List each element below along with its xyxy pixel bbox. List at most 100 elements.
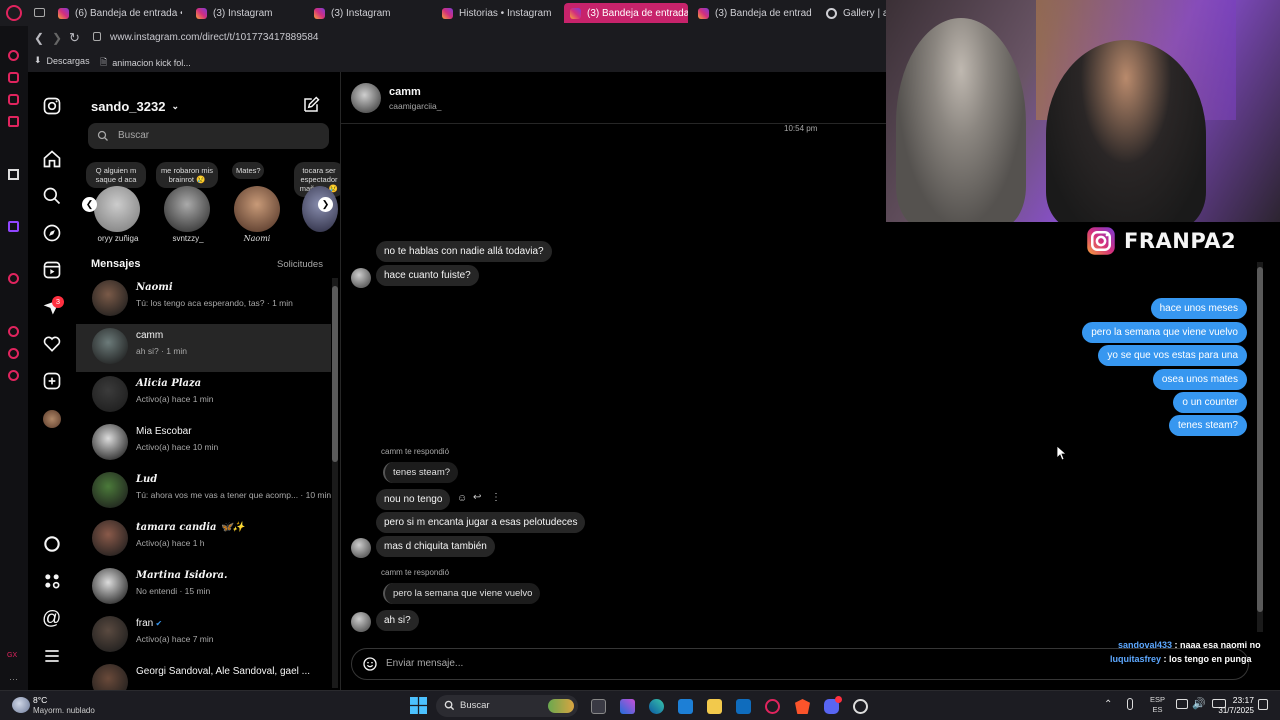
language-indicator[interactable]: ESP ES <box>1150 695 1165 715</box>
clock-icon[interactable] <box>8 326 19 337</box>
file-explorer-icon[interactable] <box>707 699 722 714</box>
browser-tab[interactable]: (3) Bandeja de entrada • <box>692 3 812 23</box>
home-icon[interactable] <box>42 149 62 169</box>
notifications-icon[interactable] <box>1258 699 1268 710</box>
conversation-row[interactable]: Naomi Tú: los tengo aca esperando, tas? ·… <box>76 276 331 324</box>
incoming-message[interactable]: ah si? <box>376 610 419 631</box>
requests-link[interactable]: Solicitudes <box>277 259 323 270</box>
more-icon[interactable]: ⋯ <box>9 674 18 685</box>
network-icon[interactable] <box>1176 699 1188 709</box>
outgoing-message[interactable]: tenes steam? <box>1168 415 1247 436</box>
reels-icon[interactable] <box>42 260 62 280</box>
conversation-avatar[interactable] <box>92 616 128 652</box>
outgoing-message[interactable]: hace unos meses <box>1150 298 1247 319</box>
conversation-row[interactable]: tamara candia 🦋✨ Activo(a) hace 1 h <box>76 516 331 564</box>
conversation-avatar[interactable] <box>92 568 128 604</box>
sender-avatar[interactable] <box>351 268 371 288</box>
instagram-sidebar-icon[interactable] <box>8 94 19 105</box>
twitch-icon[interactable] <box>8 221 19 232</box>
reload-icon[interactable]: ↻ <box>69 30 80 46</box>
conversation-row[interactable]: camm ah si? · 1 min <box>76 324 331 372</box>
extensions-icon[interactable] <box>8 348 19 359</box>
browser-tab[interactable]: (6) Bandeja de entrada • <box>52 3 182 23</box>
weather-temp[interactable]: 8°C <box>33 695 47 705</box>
more-options-icon[interactable]: ⋮ <box>491 492 501 503</box>
bookmark-descargas[interactable]: ⬇ Descargas <box>34 55 90 66</box>
brave-icon[interactable] <box>795 699 810 714</box>
react-icon[interactable]: ☺ <box>457 493 467 504</box>
message-input[interactable]: Enviar mensaje... <box>386 658 463 669</box>
tray-chevron-icon[interactable]: ⌃ <box>1104 699 1112 710</box>
conversation-avatar[interactable] <box>92 520 128 556</box>
outgoing-message[interactable]: yo se que vos estas para una <box>1098 345 1247 366</box>
workspaces-icon[interactable] <box>34 8 45 17</box>
note-avatar[interactable] <box>164 186 210 232</box>
steam-icon[interactable] <box>853 699 868 714</box>
sender-avatar[interactable] <box>351 538 371 558</box>
sender-avatar[interactable] <box>351 612 371 632</box>
volume-icon[interactable]: 🔊 <box>1192 697 1206 710</box>
messenger-icon[interactable] <box>8 72 19 83</box>
new-message-icon[interactable] <box>302 96 320 114</box>
forward-icon[interactable]: ❯ <box>52 31 62 45</box>
menu-icon[interactable] <box>42 646 62 666</box>
date[interactable]: 31/7/2025 <box>1212 706 1254 715</box>
also-from-meta-icon[interactable] <box>42 571 62 591</box>
notes-prev-button[interactable]: ❮ <box>82 197 97 212</box>
conversation-row[interactable]: Mia Escobar Activo(a) hace 10 min <box>76 420 331 468</box>
url-field[interactable]: www.instagram.com/direct/t/1017734178895… <box>110 32 318 43</box>
opera-logo-icon[interactable] <box>6 5 22 21</box>
browser-tab[interactable]: Gallery | alic <box>820 3 886 23</box>
conversation-row[interactable]: Lud Tú: ahora vos me vas a tener que acom… <box>76 468 331 516</box>
search-icon[interactable] <box>42 186 62 206</box>
browser-tab[interactable]: (3) Instagram <box>308 3 428 23</box>
note-avatar[interactable] <box>94 186 140 232</box>
incoming-message[interactable]: pero si m encanta jugar a esas pelotudec… <box>376 512 586 533</box>
outgoing-message[interactable]: o un counter <box>1173 392 1247 413</box>
browser-tab[interactable]: Historias • Instagram <box>436 3 556 23</box>
weather-desc[interactable]: Mayorm. nublado <box>33 706 95 715</box>
conversation-avatar[interactable] <box>92 328 128 364</box>
quoted-message[interactable]: tenes steam? <box>383 462 459 483</box>
search-box[interactable]: Buscar <box>88 123 329 149</box>
opera-gx-icon[interactable] <box>765 699 780 714</box>
chat-name[interactable]: camm <box>389 86 421 98</box>
profile-avatar[interactable] <box>43 410 61 428</box>
windows-start-icon[interactable] <box>410 697 427 714</box>
conversation-row[interactable]: fran ✔ Activo(a) hace 7 min <box>76 612 331 660</box>
search-input[interactable]: Buscar <box>118 130 149 141</box>
gx-icon[interactable]: GX <box>7 652 17 659</box>
conversation-avatar[interactable] <box>92 424 128 460</box>
task-view-icon[interactable] <box>591 699 606 714</box>
create-icon[interactable] <box>42 371 62 391</box>
notes-next-button[interactable]: ❯ <box>318 197 333 212</box>
threads-icon[interactable]: @ <box>42 608 61 630</box>
incoming-message[interactable]: nou no tengo <box>376 489 451 510</box>
incoming-message[interactable]: no te hablas con nadie allá todavia? <box>376 241 552 262</box>
heart-icon[interactable] <box>42 334 62 354</box>
chat-scroll-thumb[interactable] <box>1257 267 1263 612</box>
aria-icon[interactable] <box>8 50 19 61</box>
incoming-message[interactable]: mas d chiquita también <box>376 536 495 557</box>
microphone-icon[interactable] <box>1127 698 1133 710</box>
meta-ai-icon[interactable] <box>42 534 62 554</box>
copilot-icon[interactable] <box>620 699 635 714</box>
conversation-avatar[interactable] <box>92 280 128 316</box>
outlook-icon[interactable] <box>736 699 751 714</box>
note-bubble[interactable]: Q alguien m saque d aca <box>86 162 146 188</box>
clock[interactable]: 23:17 <box>1226 695 1254 706</box>
note-avatar[interactable] <box>234 186 280 232</box>
browser-tab[interactable]: (3) Bandeja de entrada • <box>564 3 688 23</box>
browser-tab[interactable]: (3) Instagram <box>190 3 300 23</box>
settings-icon[interactable] <box>8 370 19 381</box>
conversation-avatar[interactable] <box>92 472 128 508</box>
outgoing-message[interactable]: osea unos mates <box>1152 369 1247 390</box>
account-switcher[interactable]: sando_3232 ⌄ <box>91 99 179 114</box>
edge-icon[interactable] <box>649 699 664 714</box>
taskbar-search[interactable]: Buscar <box>436 695 578 717</box>
arrow-up-icon[interactable] <box>8 169 19 180</box>
chat-avatar[interactable] <box>351 83 381 113</box>
conversation-row[interactable]: Martina Isidora. No entendi · 15 min <box>76 564 331 612</box>
weather-icon[interactable] <box>12 697 30 713</box>
instagram-logo-icon[interactable] <box>42 96 62 116</box>
